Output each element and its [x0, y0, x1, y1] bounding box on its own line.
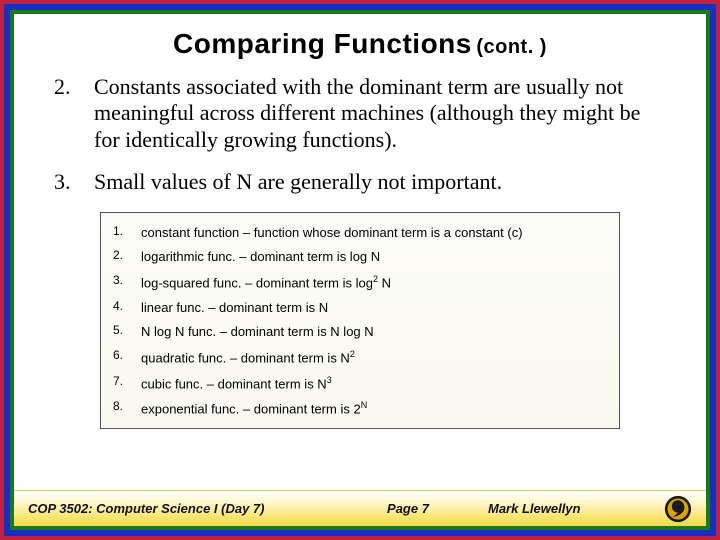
box-row-text: log-squared func. – dominant term is log… [141, 273, 391, 292]
box-row-text: exponential func. – dominant term is 2N [141, 399, 367, 418]
body-item-text: Constants associated with the dominant t… [94, 74, 666, 153]
box-row: 5. N log N func. – dominant term is N lo… [113, 320, 605, 345]
title-wrap: Comparing Functions (cont. ) [14, 14, 706, 60]
body-list: 2. Constants associated with the dominan… [14, 60, 706, 196]
box-row: 4. linear func. – dominant term is N [113, 296, 605, 321]
footer-course: COP 3502: Computer Science I (Day 7) [28, 501, 328, 516]
slide-border-blue: Comparing Functions (cont. ) 2. Constant… [4, 4, 716, 536]
box-row-number: 2. [113, 248, 141, 262]
slide-border-red: Comparing Functions (cont. ) 2. Constant… [0, 0, 720, 540]
box-row-number: 6. [113, 348, 141, 362]
box-row-number: 1. [113, 224, 141, 238]
box-row: 3. log-squared func. – dominant term is … [113, 270, 605, 296]
box-row-text: quadratic func. – dominant term is N2 [141, 348, 355, 367]
footer-author: Mark Llewellyn [488, 501, 658, 516]
box-row-text: linear func. – dominant term is N [141, 299, 328, 317]
slide-border-green: Comparing Functions (cont. ) 2. Constant… [10, 10, 710, 530]
box-row-text: cubic func. – dominant term is N3 [141, 374, 332, 393]
ucf-pegasus-logo-icon [664, 495, 692, 523]
body-item-number: 3. [54, 169, 94, 195]
box-row-text: N log N func. – dominant term is N log N [141, 323, 374, 341]
box-row: 7. cubic func. – dominant term is N3 [113, 371, 605, 397]
slide-title: Comparing Functions [173, 28, 472, 59]
body-item-number: 2. [54, 74, 94, 153]
box-row-text: logarithmic func. – dominant term is log… [141, 248, 380, 266]
box-row: 1. constant function – function whose do… [113, 221, 605, 246]
box-row: 8. exponential func. – dominant term is … [113, 396, 605, 422]
box-row: 2. logarithmic func. – dominant term is … [113, 245, 605, 270]
box-row-number: 5. [113, 323, 141, 337]
box-row-number: 3. [113, 273, 141, 287]
body-item: 3. Small values of N are generally not i… [54, 169, 666, 195]
box-row-text: constant function – function whose domin… [141, 224, 523, 242]
slide-title-cont: (cont. ) [476, 36, 547, 58]
function-classes-box: 1. constant function – function whose do… [100, 212, 620, 430]
box-row-number: 4. [113, 299, 141, 313]
footer-page: Page 7 [328, 501, 488, 516]
box-row-number: 7. [113, 374, 141, 388]
slide-surface: Comparing Functions (cont. ) 2. Constant… [14, 14, 706, 526]
body-item-text: Small values of N are generally not impo… [94, 169, 502, 195]
box-row-number: 8. [113, 399, 141, 413]
footer-bar: COP 3502: Computer Science I (Day 7) Pag… [14, 490, 706, 526]
body-item: 2. Constants associated with the dominan… [54, 74, 666, 153]
box-row: 6. quadratic func. – dominant term is N2 [113, 345, 605, 371]
